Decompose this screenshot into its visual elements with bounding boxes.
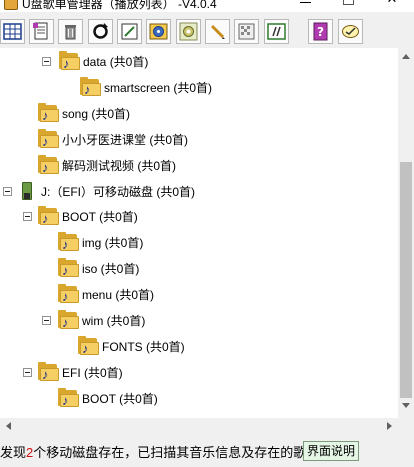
minimize-button[interactable] — [300, 0, 312, 8]
delete-button[interactable] — [58, 19, 83, 44]
tree-item-efi-boot[interactable]: ♪ BOOT (共0首) — [58, 386, 158, 410]
music-folder-icon: ♪ — [38, 362, 60, 382]
tree-item-label: wim (共0首) — [82, 313, 146, 328]
pen-icon — [210, 24, 225, 39]
status-bar: 发现2个移动磁盘存在，已扫描其音乐信息及存在的歌单！ 界面说明 — [0, 434, 414, 467]
tree-item-data[interactable]: ♪ data (共0首) — [59, 49, 148, 73]
tree-item-song[interactable]: ♪ song (共0首) — [38, 101, 130, 125]
music-folder-icon: ♪ — [58, 310, 80, 330]
collapse-toggle[interactable] — [42, 57, 51, 66]
tree-item-fonts[interactable]: ♪ FONTS (共0首) — [78, 334, 185, 358]
tree-item-iso[interactable]: ♪ iso (共0首) — [58, 256, 139, 280]
trash-icon — [65, 25, 76, 40]
tree-item-decode-test-video[interactable]: ♪ 解码测试视频 (共0首) — [38, 153, 176, 177]
edit-icon — [121, 23, 138, 40]
music-folder-icon: ♪ — [78, 336, 100, 356]
status-prefix: 发现 — [0, 445, 27, 460]
tree-item-label: song (共0首) — [62, 106, 131, 121]
collapse-toggle[interactable] — [42, 316, 51, 325]
tree-item-img[interactable]: ♪ img (共0首) — [58, 230, 143, 254]
collapse-toggle[interactable] — [3, 187, 12, 196]
tree-item-label: 解码测试视频 (共0首) — [62, 158, 177, 173]
tree-item-smartscreen[interactable]: ♪ smartscreen (共0首) — [80, 75, 212, 99]
about-icon — [342, 25, 359, 38]
tree-item-drive-j[interactable]: J:（EFI）可移动磁盘 (共0首) — [20, 179, 195, 203]
disc-button[interactable] — [146, 19, 171, 44]
window-title: U盘歌单管理器（播放列表） -V4.0.4 — [22, 0, 217, 11]
status-message: 发现2个移动磁盘存在，已扫描其音乐信息及存在的歌单！ — [0, 442, 332, 461]
music-folder-icon: ♪ — [38, 155, 60, 175]
tree-item-menu[interactable]: ♪ menu (共0首) — [58, 282, 154, 306]
tree-item-label: smartscreen (共0首) — [104, 80, 213, 95]
playlist-button[interactable] — [29, 19, 54, 44]
grid-icon — [3, 23, 22, 40]
refresh-icon — [93, 23, 108, 39]
settings-button[interactable] — [176, 19, 201, 44]
music-folder-icon: ♪ — [58, 388, 80, 408]
scroll-down-arrow-icon[interactable] — [402, 403, 410, 408]
music-folder-icon: ♪ — [38, 129, 60, 149]
tree-item-label: J:（EFI）可移动磁盘 (共0首) — [41, 184, 196, 199]
format-button[interactable] — [264, 19, 289, 44]
tree-item-label: img (共0首) — [82, 235, 144, 250]
music-folder-icon: ♪ — [38, 206, 60, 226]
close-button[interactable]: ✕ — [386, 0, 398, 8]
tree-item-boot[interactable]: ♪ BOOT (共0首) — [38, 204, 138, 228]
music-folder-icon: ♪ — [59, 51, 81, 71]
tree-item-label: menu (共0首) — [82, 287, 155, 302]
format-icon — [267, 23, 286, 40]
grid-button[interactable] — [0, 19, 25, 44]
usb-drive-icon — [20, 181, 36, 201]
disc-icon — [149, 23, 168, 40]
help-button-icon[interactable]: ? — [308, 19, 333, 44]
collapse-toggle[interactable] — [23, 368, 32, 377]
tree-item-wim[interactable]: ♪ wim (共0首) — [58, 308, 145, 332]
title-bar: U盘歌单管理器（播放列表） -V4.0.4 ✕ — [0, 0, 414, 12]
music-folder-icon: ♪ — [58, 284, 80, 304]
vertical-scrollbar[interactable] — [398, 48, 414, 418]
scroll-thumb[interactable] — [400, 162, 412, 398]
tree-item-label: iso (共0首) — [82, 261, 140, 276]
tree-item-efi[interactable]: ♪ EFI (共0首) — [38, 360, 123, 384]
tree-item-label: BOOT (共0首) — [62, 209, 138, 224]
music-folder-icon: ♪ — [58, 258, 80, 278]
about-button[interactable] — [338, 19, 363, 44]
pattern-icon — [238, 23, 255, 40]
music-folder-icon: ♪ — [38, 103, 60, 123]
collapse-toggle[interactable] — [23, 212, 32, 221]
maximize-button[interactable] — [342, 0, 354, 8]
interface-help-button[interactable]: 界面说明 — [303, 441, 360, 461]
edit-button[interactable] — [117, 19, 142, 44]
tree-item-label: data (共0首) — [83, 54, 149, 69]
scroll-up-arrow-icon[interactable] — [402, 54, 410, 59]
status-suffix: 个移动磁盘存在，已扫描其音乐信息及存在的歌单！ — [33, 445, 333, 460]
tree-item-label: BOOT (共0首) — [82, 391, 158, 406]
scroll-left-arrow-icon[interactable] — [6, 422, 11, 430]
tree-item-label: 小小牙医进课堂 (共0首) — [62, 132, 189, 147]
help-icon: ? — [313, 22, 328, 41]
horizontal-scrollbar[interactable] — [0, 418, 398, 434]
toolbar: ? — [0, 16, 414, 49]
tree-item-label: EFI (共0首) — [62, 365, 123, 380]
playlist-tree[interactable]: ♪ data (共0首) ♪ smartscreen (共0首) ♪ song … — [0, 48, 398, 418]
scroll-right-arrow-icon[interactable] — [387, 422, 392, 430]
app-icon — [4, 0, 18, 10]
svg-text:?: ? — [317, 25, 324, 39]
scrollbar-corner — [398, 418, 414, 434]
pen-button[interactable] — [205, 19, 230, 44]
music-folder-icon: ♪ — [80, 77, 102, 97]
settings-icon — [179, 22, 198, 41]
refresh-button[interactable] — [88, 19, 113, 44]
pattern-button[interactable] — [234, 19, 259, 44]
playlist-icon — [33, 22, 48, 40]
tree-item-label: FONTS (共0首) — [102, 339, 185, 354]
music-folder-icon: ♪ — [58, 232, 80, 252]
tree-item-dentist-class[interactable]: ♪ 小小牙医进课堂 (共0首) — [38, 127, 188, 151]
